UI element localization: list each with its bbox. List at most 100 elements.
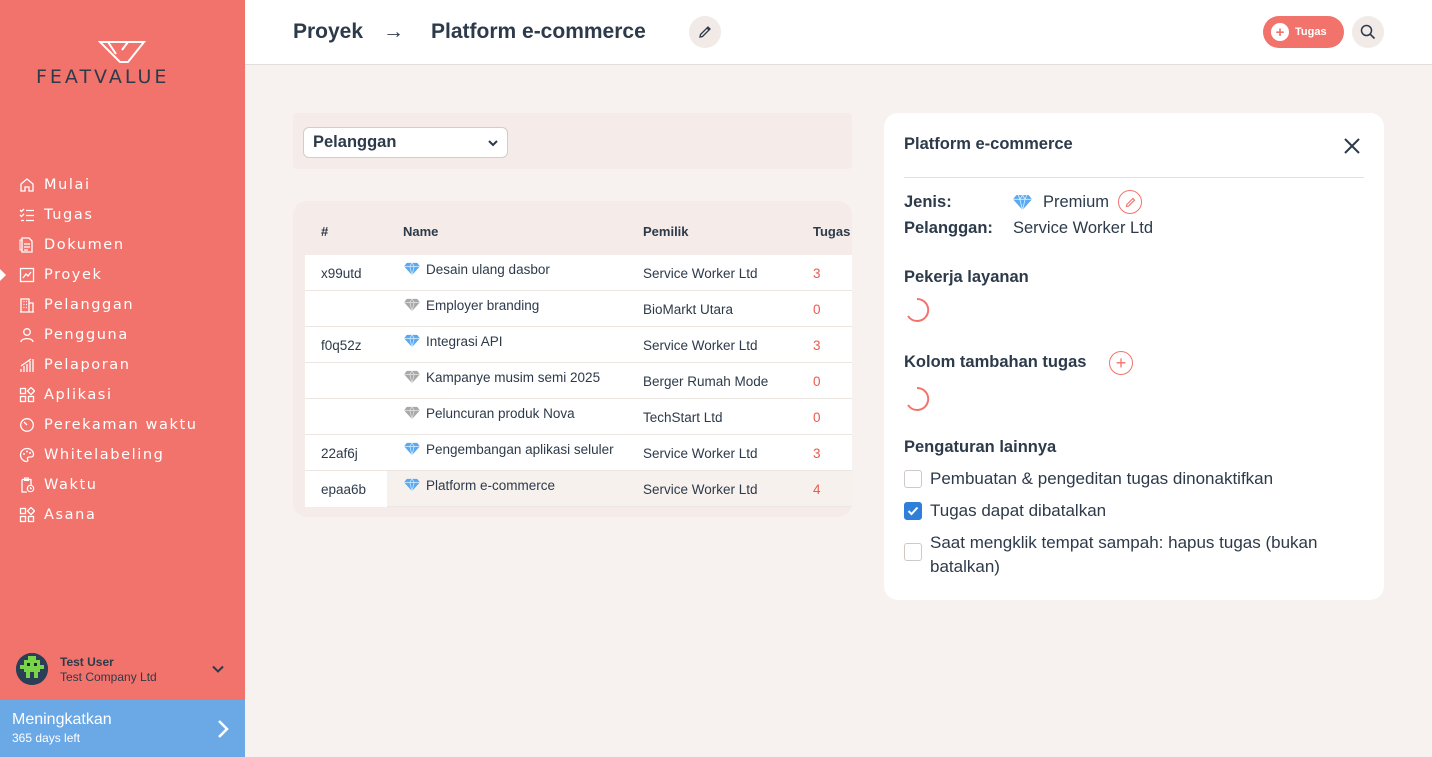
close-icon[interactable]	[1342, 136, 1362, 156]
sidebar-item-pelaporan[interactable]: Pelaporan	[0, 350, 245, 380]
filter-bar: Pelanggan	[293, 113, 852, 169]
column-header-owner[interactable]: Pemilik	[643, 224, 689, 239]
user-name: Test User	[60, 654, 114, 669]
user-menu[interactable]: Test User Test Company Ltd	[16, 652, 226, 686]
diamond-standard-icon	[403, 406, 421, 420]
projects-table: # Name Pemilik Tugas x99utd Desain ulang …	[293, 201, 852, 517]
sidebar-item-label: Pengguna	[44, 327, 129, 343]
sidebar-item-whitelabeling[interactable]: Whitelabeling	[0, 440, 245, 470]
cell-name: Pengembangan aplikasi seluler	[403, 431, 614, 467]
logo-mark-icon	[98, 41, 147, 63]
type-text: Premium	[1043, 192, 1110, 211]
sidebar-item-mulai[interactable]: Mulai	[0, 170, 245, 200]
table-row[interactable]: 22af6j Pengembangan aplikasi seluler Servi…	[305, 435, 852, 471]
cell-tasks: 3	[813, 337, 821, 353]
checkbox[interactable]	[904, 470, 922, 488]
cell-name: Desain ulang dasbor	[403, 251, 550, 287]
featvalue-logo[interactable]: FEATVALUE	[36, 40, 211, 90]
project-name: Pengembangan aplikasi seluler	[426, 441, 614, 457]
pencil-icon	[699, 26, 711, 38]
avatar	[16, 653, 48, 685]
sidebar-item-dokumen[interactable]: Dokumen	[0, 230, 245, 260]
customer-value: Service Worker Ltd	[1013, 219, 1153, 237]
table-row[interactable]: f0q52z Integrasi API Service Worker Ltd 3	[305, 327, 852, 363]
column-header-name[interactable]: Name	[403, 224, 438, 239]
search-button[interactable]	[1352, 16, 1384, 48]
type-label: Jenis:	[904, 193, 952, 211]
project-name: Integrasi API	[426, 333, 503, 349]
chevron-down-icon[interactable]	[210, 661, 226, 677]
loading-spinner-icon	[907, 297, 930, 322]
diamond-premium-icon	[403, 262, 421, 276]
table-row[interactable]: Employer branding BioMarkt Utara 0	[305, 291, 852, 327]
breadcrumb-arrow: →	[383, 20, 404, 43]
sidebar-item-label: Proyek	[44, 267, 103, 283]
table-row[interactable]: Kampanye musim semi 2025 Berger Rumah Mod…	[305, 363, 852, 399]
column-header-id[interactable]: #	[321, 224, 328, 239]
project-name: Desain ulang dasbor	[426, 261, 550, 277]
diamond-premium-icon	[403, 442, 421, 456]
table-row[interactable]: Peluncuran produk Nova TechStart Ltd 0	[305, 399, 852, 435]
panel-title: Platform e-commerce	[904, 135, 1073, 153]
checkbox[interactable]	[904, 543, 922, 561]
chart-icon	[18, 266, 36, 284]
sidebar-item-label: Pelanggan	[44, 297, 135, 313]
breadcrumb-projects[interactable]: Proyek	[293, 20, 363, 44]
sidebar-item-pengguna[interactable]: Pengguna	[0, 320, 245, 350]
sidebar-item-label: Tugas	[44, 207, 94, 223]
apps-icon	[18, 506, 36, 524]
diamond-standard-icon	[403, 370, 421, 384]
cell-id	[305, 291, 387, 327]
table-row[interactable]: epaa6b Platform e-commerce Service Worker …	[305, 471, 852, 507]
building-icon	[18, 296, 36, 314]
project-name: Platform e-commerce	[426, 477, 556, 493]
sidebar-item-label: Whitelabeling	[44, 447, 165, 463]
sidebar-item-asana[interactable]: Asana	[0, 500, 245, 530]
cell-tasks: 3	[813, 265, 821, 281]
sidebar-item-proyek[interactable]: Proyek	[0, 260, 245, 290]
panel-divider	[904, 177, 1364, 178]
cell-name: Integrasi API	[403, 323, 503, 359]
cell-id: f0q52z	[321, 337, 362, 353]
checkbox[interactable]	[904, 502, 922, 520]
column-header-tasks[interactable]: Tugas	[813, 224, 850, 239]
sidebar-item-label: Aplikasi	[44, 387, 113, 403]
upgrade-button[interactable]: Meningkatkan 365 days left	[0, 700, 245, 757]
diamond-premium-icon	[1012, 193, 1033, 211]
table-header: # Name Pemilik Tugas	[293, 201, 852, 254]
sidebar-item-tugas[interactable]: Tugas	[0, 200, 245, 230]
clipboard-clock-icon	[18, 476, 36, 494]
checkbox-disable-editing[interactable]: Pembuatan & pengeditan tugas dinonaktifk…	[904, 467, 1273, 491]
add-task-button[interactable]: + Tugas	[1263, 16, 1344, 48]
sidebar-item-perekaman-waktu[interactable]: Perekaman waktu	[0, 410, 245, 440]
project-detail-panel: Platform e-commerce Jenis: Premium Pelan…	[884, 113, 1384, 600]
document-icon	[18, 236, 36, 254]
checkmark-icon	[907, 506, 919, 516]
user-company: Test Company Ltd	[60, 669, 157, 684]
diamond-standard-icon	[403, 298, 421, 312]
service-workers-heading: Pekerja layanan	[904, 268, 1029, 286]
diamond-premium-icon	[403, 334, 421, 348]
cell-tasks: 3	[813, 445, 821, 461]
sidebar-item-pelanggan[interactable]: Pelanggan	[0, 290, 245, 320]
edit-title-button[interactable]	[689, 16, 721, 48]
cell-name: Kampanye musim semi 2025	[403, 359, 600, 395]
edit-type-button[interactable]	[1118, 190, 1143, 214]
table-body: x99utd Desain ulang dasbor Service Worker …	[305, 255, 852, 507]
sidebar-item-aplikasi[interactable]: Aplikasi	[0, 380, 245, 410]
cell-owner: Berger Rumah Mode	[643, 373, 769, 389]
table-row[interactable]: x99utd Desain ulang dasbor Service Worker …	[305, 255, 852, 291]
cell-owner: BioMarkt Utara	[643, 301, 734, 317]
group-by-select[interactable]: Pelanggan	[303, 127, 508, 158]
sidebar-item-label: Asana	[44, 507, 97, 523]
checkbox-trash-deletes[interactable]: Saat mengklik tempat sampah: hapus tugas…	[904, 531, 1354, 579]
add-column-button[interactable]: +	[1109, 351, 1133, 375]
project-name: Employer branding	[426, 297, 540, 313]
checkbox-cancellable[interactable]: Tugas dapat dibatalkan	[904, 499, 1106, 523]
page-title: Platform e-commerce	[431, 20, 646, 43]
checkbox-label: Saat mengklik tempat sampah: hapus tugas…	[930, 533, 1318, 576]
sidebar-item-waktu[interactable]: Waktu	[0, 470, 245, 500]
cell-owner: Service Worker Ltd	[643, 481, 758, 497]
cell-tasks: 0	[813, 301, 821, 317]
customer-label: Pelanggan:	[904, 219, 993, 237]
